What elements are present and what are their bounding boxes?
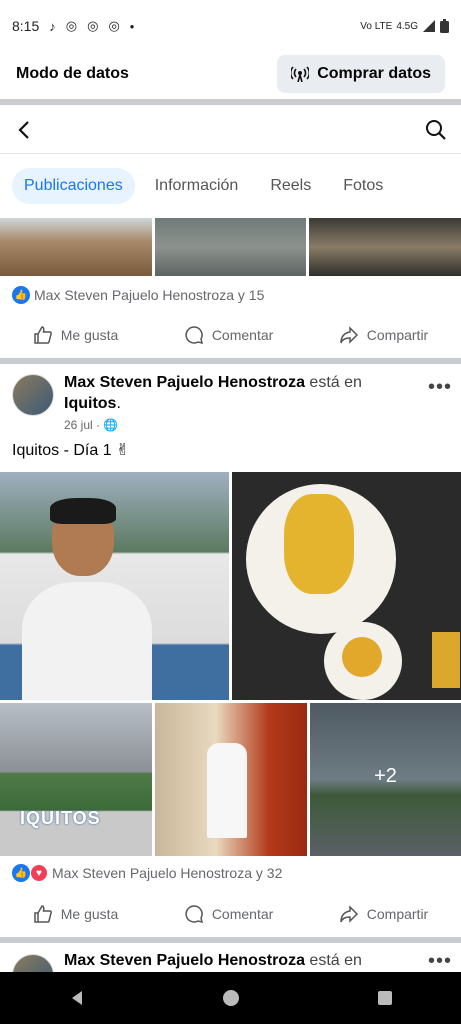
like-button[interactable]: Me gusta — [33, 325, 119, 345]
comment-button[interactable]: Comentar — [184, 904, 273, 924]
back-nav-icon[interactable] — [68, 989, 86, 1007]
avatar[interactable] — [12, 374, 54, 416]
post-author-line: Max Steven Pajuelo Henostroza está en Iq… — [64, 374, 362, 412]
place-name[interactable]: Iquitos — [64, 395, 116, 412]
reaction-text: Max Steven Pajuelo Henostroza y 32 — [52, 865, 283, 881]
photo-food[interactable] — [232, 472, 461, 700]
reaction-text: Max Steven Pajuelo Henostroza y 15 — [34, 287, 265, 303]
like-button[interactable]: Me gusta — [33, 904, 119, 924]
shirt-shape — [22, 582, 152, 700]
tab-informacion[interactable]: Información — [143, 168, 251, 204]
data-mode-title: Modo de datos — [16, 65, 129, 82]
profile-tabs: Publicaciones Información Reels Fotos — [0, 166, 461, 206]
more-options-icon[interactable]: ••• — [428, 376, 452, 399]
volte-label: Vo LTE — [360, 20, 393, 32]
network-label: 4.5G — [396, 20, 418, 32]
comment-label: Comentar — [211, 327, 274, 343]
share-icon — [340, 905, 358, 923]
tab-reels[interactable]: Reels — [258, 168, 323, 204]
thumbs-up-icon — [33, 905, 52, 923]
more-options-icon[interactable]: ••• — [428, 950, 452, 972]
signal-icon — [423, 20, 435, 32]
search-icon[interactable] — [425, 119, 447, 141]
photo-selfie[interactable] — [0, 472, 229, 700]
reaction-summary[interactable]: 👍 Max Steven Pajuelo Henostroza y 15 — [12, 286, 264, 304]
globe-icon: · 🌐 — [96, 418, 119, 432]
love-reaction-icon: ♥ — [30, 864, 48, 882]
comment-button[interactable]: Comentar — [184, 325, 273, 345]
juice-glass-shape — [432, 632, 460, 688]
chrome-icon-3: ◎ — [108, 18, 120, 33]
like-reaction-icon: 👍 — [12, 864, 30, 882]
like-label: Me gusta — [60, 327, 119, 343]
divider — [0, 937, 461, 943]
buy-data-button[interactable]: Comprar datos — [277, 55, 445, 93]
recents-nav-icon[interactable] — [377, 990, 393, 1006]
author-name[interactable]: Max Steven Pajuelo Henostroza — [64, 952, 305, 969]
hair-shape — [50, 498, 116, 524]
status-bar: 8:15 ♪ ◎ ◎ ◎ • Vo LTE 4.5G — [0, 0, 461, 52]
share-icon — [340, 326, 358, 344]
like-label: Me gusta — [60, 906, 119, 922]
post-author-line: Max Steven Pajuelo Henostroza está en — [64, 950, 404, 971]
thumbs-up-icon — [33, 326, 52, 344]
next-post-header: Max Steven Pajuelo Henostroza está en ••… — [12, 950, 452, 972]
post-meta: 26 jul · 🌐 — [64, 418, 118, 432]
home-nav-icon[interactable] — [222, 989, 240, 1007]
post-actions: Me gusta Comentar Compartir — [0, 315, 461, 355]
broadcast-icon — [291, 66, 310, 82]
photo-more[interactable]: +2 — [310, 703, 461, 856]
food-shape-2 — [342, 637, 382, 677]
post-header: Max Steven Pajuelo Henostroza está en Iq… — [12, 372, 452, 432]
comment-icon — [185, 905, 203, 924]
reaction-summary[interactable]: 👍 ♥ Max Steven Pajuelo Henostroza y 32 — [12, 864, 282, 882]
iquitos-sign-text: IQUITOS — [20, 808, 101, 828]
share-button[interactable]: Compartir — [339, 904, 428, 924]
share-button[interactable]: Compartir — [339, 325, 428, 345]
tab-fotos[interactable]: Fotos — [331, 168, 395, 204]
chrome-icon-2: ◎ — [87, 18, 99, 33]
at-text: está en — [309, 952, 362, 969]
food-shape — [284, 494, 354, 594]
person-figure — [22, 498, 152, 700]
photo-mirror-selfie[interactable] — [155, 703, 307, 856]
back-arrow-icon[interactable] — [14, 119, 36, 141]
buy-data-label: Comprar datos — [317, 65, 431, 82]
divider — [0, 358, 461, 364]
at-text: está en — [309, 374, 362, 391]
avatar[interactable] — [12, 954, 54, 972]
author-name[interactable]: Max Steven Pajuelo Henostroza — [64, 374, 305, 391]
tab-publicaciones[interactable]: Publicaciones — [12, 168, 135, 204]
photo-river[interactable] — [154, 218, 307, 276]
chrome-icon: ◎ — [65, 18, 78, 33]
photo-sunset-water[interactable] — [309, 218, 461, 276]
tiktok-icon: ♪ — [49, 18, 56, 34]
previous-post-photos[interactable] — [0, 218, 461, 276]
battery-icon — [440, 19, 449, 33]
clock: 8:15 — [12, 18, 40, 34]
more-photos-count: +2 — [374, 765, 397, 787]
profile-nav-bar — [0, 106, 461, 154]
share-label: Compartir — [366, 906, 429, 922]
system-icons: Vo LTE 4.5G — [360, 19, 449, 33]
notification-icons: ♪ ◎ ◎ ◎ • — [49, 18, 134, 34]
like-reaction-icon: 👍 — [12, 286, 30, 304]
post-date[interactable]: 26 jul — [64, 418, 93, 432]
post-actions: Me gusta Comentar Compartir — [0, 894, 461, 934]
comment-icon — [185, 326, 203, 345]
post-caption: Iquitos - Día 1 ✌ — [12, 442, 130, 459]
comment-label: Comentar — [211, 906, 274, 922]
data-mode-bar: Modo de datos Comprar datos — [0, 52, 461, 96]
mirror-person-shape — [207, 743, 247, 838]
photo-iquitos-sign[interactable]: IQUITOS — [0, 703, 152, 856]
photo-tree-roots[interactable] — [0, 218, 152, 276]
divider — [0, 99, 461, 105]
dot-icon: • — [129, 18, 135, 34]
share-label: Compartir — [366, 327, 429, 343]
android-nav-bar — [0, 972, 461, 1024]
